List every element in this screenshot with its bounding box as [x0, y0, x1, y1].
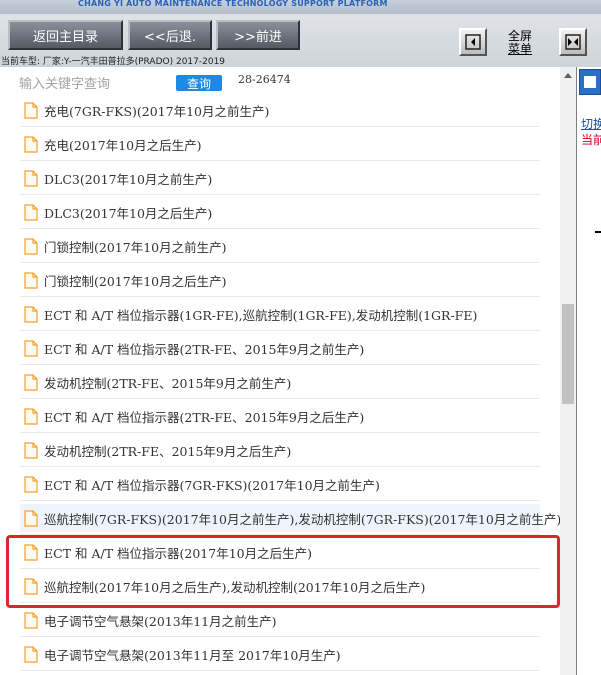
list-item[interactable]: ECT 和 A/T 档位指示器(2017年10月之后生产)	[0, 535, 560, 569]
document-icon	[24, 203, 38, 221]
switch-link[interactable]: 切换	[581, 115, 601, 132]
document-icon	[24, 645, 38, 663]
document-icon	[24, 441, 38, 459]
list-item[interactable]: ECT 和 A/T 档位指示器(2TR-FE、2015年9月之前生产)	[0, 331, 560, 365]
list-item[interactable]: 电子调节空气悬架(2013年11月至 2017年10月生产)	[0, 637, 560, 671]
list-item-label[interactable]: 电子调节空气悬架(2013年11月至 2017年10月生产)	[44, 645, 341, 664]
toolbar: 返回主目录 <<后退. >>前进 全屏 菜单 当前车型: 厂家:Y-一汽丰田普拉…	[0, 14, 601, 67]
list-item-label[interactable]: 充电(7GR-FKS)(2017年10月之前生产)	[44, 101, 269, 120]
panel-right-icon	[565, 34, 581, 50]
document-icon	[24, 543, 38, 561]
list-item[interactable]: 充电(2017年10月之后生产)	[0, 127, 560, 161]
scroll-thumb[interactable]	[562, 304, 574, 404]
document-icon	[24, 169, 38, 187]
forward-button[interactable]: >>前进	[216, 20, 300, 50]
document-code: 28-26474	[238, 73, 291, 86]
current-label: 当前	[581, 133, 601, 147]
list-item-content[interactable]: DLC3(2017年10月之前生产)	[20, 164, 540, 192]
catalog-panel: 查询 28-26474 充电(7GR-FKS)(2017年10月之前生产)充电(…	[0, 67, 576, 675]
list-item-content[interactable]: ECT 和 A/T 档位指示器(2017年10月之后生产)	[20, 538, 540, 566]
list-item-label[interactable]: DLC3(2017年10月之后生产)	[44, 203, 212, 222]
list-item-label[interactable]: ECT 和 A/T 档位指示器(1GR-FE),巡航控制(1GR-FE),发动机…	[44, 305, 477, 324]
list-item-content[interactable]: 巡航控制(2017年10月之后生产),发动机控制(2017年10月之后生产)	[20, 572, 540, 600]
search-input[interactable]	[19, 75, 171, 93]
list-item-content[interactable]: 电子调节空气悬架(2013年11月之前生产)	[20, 606, 540, 634]
current-vehicle-info: 当前车型: 厂家:Y-一汽丰田普拉多(PRADO) 2017-2019	[1, 57, 226, 67]
list-item-content[interactable]: ECT 和 A/T 档位指示器(2TR-FE、2015年9月之前生产)	[20, 334, 540, 362]
list-item-content[interactable]: 巡航控制(7GR-FKS)(2017年10月之前生产),发动机控制(7GR-FK…	[20, 504, 561, 532]
list-item-label[interactable]: ECT 和 A/T 档位指示器(7GR-FKS)(2017年10月之前生产)	[44, 475, 380, 494]
panel-left-icon	[465, 34, 481, 50]
window-icon	[584, 76, 596, 88]
list-item-label[interactable]: 巡航控制(7GR-FKS)(2017年10月之前生产),发动机控制(7GR-FK…	[44, 509, 561, 528]
document-icon	[24, 101, 38, 119]
home-button[interactable]: 返回主目录	[8, 20, 123, 50]
document-icon	[24, 237, 38, 255]
list-item-content[interactable]: 发动机控制(2TR-FE、2015年9月之前生产)	[20, 368, 540, 396]
list-item-label[interactable]: 电子调节空气悬架(2013年11月之前生产)	[44, 611, 276, 630]
list-item-content[interactable]: ECT 和 A/T 档位指示器(1GR-FE),巡航控制(1GR-FE),发动机…	[20, 300, 540, 328]
dash-mark	[595, 231, 601, 233]
list-divider	[20, 670, 540, 671]
back-button[interactable]: <<后退.	[128, 20, 212, 50]
list-item[interactable]: ECT 和 A/T 档位指示器(7GR-FKS)(2017年10月之前生产)	[0, 467, 560, 501]
document-icon	[24, 577, 38, 595]
document-icon	[24, 611, 38, 629]
list-item[interactable]: 充电(7GR-FKS)(2017年10月之前生产)	[0, 93, 560, 127]
document-icon	[24, 271, 38, 289]
document-icon	[24, 407, 38, 425]
list-item-content[interactable]: 充电(2017年10月之后生产)	[20, 130, 540, 158]
fullscreen-menu-link[interactable]: 全屏 菜单	[505, 30, 535, 56]
list-item-content[interactable]: ECT 和 A/T 档位指示器(7GR-FKS)(2017年10月之前生产)	[20, 470, 540, 498]
document-icon	[24, 373, 38, 391]
brand-logo-icon	[30, 0, 54, 10]
list-scrollbar[interactable]	[560, 67, 576, 675]
list-item-content[interactable]: ECT 和 A/T 档位指示器(2TR-FE、2015年9月之后生产)	[20, 402, 540, 430]
fullscreen-line2: 菜单	[507, 42, 532, 56]
content-panel: 切换 当前	[577, 67, 601, 675]
list-item-content[interactable]: 电子调节空气悬架(2013年11月至 2017年10月生产)	[20, 640, 540, 668]
catalog-list: 充电(7GR-FKS)(2017年10月之前生产) 充电(2017年10月之后生产…	[0, 93, 561, 671]
list-item-label[interactable]: ECT 和 A/T 档位指示器(2017年10月之后生产)	[44, 543, 312, 562]
document-icon	[24, 339, 38, 357]
document-icon	[24, 509, 38, 527]
list-item-label[interactable]: 发动机控制(2TR-FE、2015年9月之后生产)	[44, 441, 291, 460]
list-item-content[interactable]: 充电(7GR-FKS)(2017年10月之前生产)	[20, 96, 540, 124]
list-item[interactable]: DLC3(2017年10月之后生产)	[0, 195, 560, 229]
list-item-content[interactable]: 发动机控制(2TR-FE、2015年9月之后生产)	[20, 436, 540, 464]
collapse-right-button[interactable]	[559, 28, 587, 56]
document-icon	[24, 475, 38, 493]
list-item-label[interactable]: 门锁控制(2017年10月之前生产)	[44, 237, 226, 256]
content-header-bar	[579, 69, 601, 95]
list-item[interactable]: ECT 和 A/T 档位指示器(2TR-FE、2015年9月之后生产)	[0, 399, 560, 433]
list-item[interactable]: 电子调节空气悬架(2013年11月之前生产)	[0, 603, 560, 637]
list-item-content[interactable]: 门锁控制(2017年10月之前生产)	[20, 232, 540, 260]
list-item-label[interactable]: ECT 和 A/T 档位指示器(2TR-FE、2015年9月之后生产)	[44, 407, 364, 426]
list-item[interactable]: ECT 和 A/T 档位指示器(1GR-FE),巡航控制(1GR-FE),发动机…	[0, 297, 560, 331]
search-button[interactable]: 查询	[176, 75, 222, 91]
document-icon	[24, 305, 38, 323]
list-item[interactable]: 门锁控制(2017年10月之前生产)	[0, 229, 560, 263]
list-item[interactable]: 巡航控制(2017年10月之后生产),发动机控制(2017年10月之后生产)	[0, 569, 560, 603]
list-item[interactable]: 发动机控制(2TR-FE、2015年9月之前生产)	[0, 365, 560, 399]
collapse-left-button[interactable]	[459, 28, 487, 56]
list-item-content[interactable]: DLC3(2017年10月之后生产)	[20, 198, 540, 226]
list-item-label[interactable]: 门锁控制(2017年10月之后生产)	[44, 271, 226, 290]
list-item[interactable]: DLC3(2017年10月之前生产)	[0, 161, 560, 195]
list-item-label[interactable]: ECT 和 A/T 档位指示器(2TR-FE、2015年9月之前生产)	[44, 339, 364, 358]
list-item-content[interactable]: 门锁控制(2017年10月之后生产)	[20, 266, 540, 294]
list-item-label[interactable]: 巡航控制(2017年10月之后生产),发动机控制(2017年10月之后生产)	[44, 577, 425, 596]
top-banner: CHANG YI AUTO MAINTENANCE TECHNOLOGY SUP…	[0, 0, 601, 14]
document-icon	[24, 135, 38, 153]
list-item[interactable]: 发动机控制(2TR-FE、2015年9月之后生产)	[0, 433, 560, 467]
list-item-label[interactable]: 发动机控制(2TR-FE、2015年9月之前生产)	[44, 373, 291, 392]
banner-subtitle: CHANG YI AUTO MAINTENANCE TECHNOLOGY SUP…	[78, 0, 388, 8]
list-item-label[interactable]: DLC3(2017年10月之前生产)	[44, 169, 212, 188]
list-item[interactable]: 巡航控制(7GR-FKS)(2017年10月之前生产),发动机控制(7GR-FK…	[0, 501, 561, 535]
list-item[interactable]: 门锁控制(2017年10月之后生产)	[0, 263, 560, 297]
scroll-up-arrow-icon[interactable]	[560, 67, 576, 83]
list-item-label[interactable]: 充电(2017年10月之后生产)	[44, 135, 201, 154]
